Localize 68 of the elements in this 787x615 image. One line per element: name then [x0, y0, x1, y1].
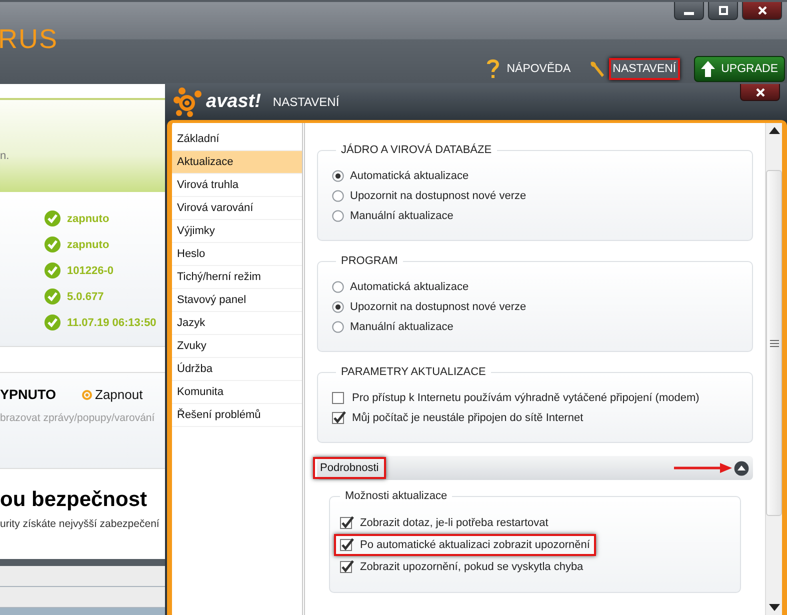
checkbox-option[interactable]: Po automatické aktualizaci zobrazit upozornění	[334, 534, 596, 556]
check-icon	[44, 210, 61, 227]
radio-option[interactable]: Upozornit na dostupnost nové verze	[332, 186, 740, 206]
radio-button[interactable]	[332, 321, 344, 333]
checkbox[interactable]	[340, 516, 354, 530]
maximize-button[interactable]	[708, 2, 738, 20]
pointer-arrow	[674, 463, 732, 473]
check-icon	[44, 314, 61, 331]
silent-mode-description: brazovat zprávy/popupy/varování	[0, 412, 156, 424]
radio-option[interactable]: Automatická aktualizace	[332, 277, 740, 297]
group-title: PROGRAM	[340, 255, 399, 267]
checkbox-option[interactable]: Pro přístup k Internetu používám výhradně vytáčené připojení (modem)	[332, 388, 740, 408]
status-value: zapnuto	[67, 238, 110, 250]
checkbox-option[interactable]: Můj počítač je neustále připojen do sítě Internet	[332, 408, 740, 428]
enable-link[interactable]: Zapnout	[82, 387, 143, 402]
wrench-icon	[588, 60, 605, 78]
checkbox[interactable]	[332, 411, 346, 425]
group-title: PARAMETRY AKTUALIZACE	[340, 366, 487, 378]
status-value: 101226-0	[67, 264, 114, 276]
radio-option[interactable]: Manuální aktualizace	[332, 206, 740, 226]
radio-button[interactable]	[332, 190, 344, 202]
check-icon	[44, 236, 61, 253]
dialog-title: NASTAVENÍ	[272, 94, 340, 108]
status-value: 5.0.677	[67, 290, 104, 302]
status-value: zapnuto	[67, 212, 110, 224]
avast-logo: avast!	[206, 90, 261, 112]
radio-option[interactable]: Upozornit na dostupnost nové verze	[332, 297, 740, 317]
settings-button[interactable]: NASTAVENÍ	[608, 58, 680, 80]
radio-button[interactable]	[332, 170, 344, 182]
minimize-button[interactable]	[674, 2, 704, 20]
scrollbar-thumb[interactable]	[766, 170, 782, 516]
close-icon	[756, 88, 764, 96]
upgrade-button[interactable]: UPGRADE	[694, 56, 785, 82]
check-icon	[44, 288, 61, 305]
grip-icon	[770, 340, 778, 346]
radio-button[interactable]	[332, 281, 344, 293]
scrollbar[interactable]	[765, 123, 782, 615]
scroll-up-icon[interactable]	[768, 127, 780, 134]
checkbox[interactable]	[340, 560, 354, 574]
close-button[interactable]	[740, 84, 780, 101]
radio-option[interactable]: Manuální aktualizace	[332, 317, 740, 337]
collapse-icon[interactable]	[734, 460, 749, 476]
group-title: JÁDRO A VIROVÁ DATABÁZE	[340, 144, 493, 156]
status-value: 11.07.19 06:13:50	[67, 316, 156, 328]
checkbox[interactable]	[340, 538, 354, 552]
silent-mode-state: YPNUTO	[0, 387, 56, 402]
radio-option[interactable]: Automatická aktualizace	[332, 166, 740, 186]
help-icon	[486, 59, 499, 79]
up-arrow-icon	[701, 61, 716, 77]
close-button[interactable]	[742, 2, 782, 20]
radio-button[interactable]	[332, 301, 344, 313]
checkbox-option[interactable]: Zobrazit upozornění, pokud se vyskytla chyba	[334, 556, 590, 578]
sidebar-item[interactable]: Aktualizace	[172, 151, 302, 174]
scroll-down-icon[interactable]	[768, 604, 780, 611]
radio-icon	[82, 390, 92, 400]
app-logo: RUS	[0, 26, 58, 52]
radio-button[interactable]	[332, 210, 344, 222]
checkbox[interactable]	[332, 391, 346, 405]
banner-text: n.	[0, 150, 10, 162]
group-title: Možnosti aktualizace	[344, 490, 448, 502]
promo-heading: ou bezpečnost	[0, 488, 148, 512]
close-icon	[758, 6, 766, 15]
check-icon	[44, 262, 61, 279]
promo-text: urity získáte nejvyšší zabezpečení	[0, 518, 160, 530]
help-button[interactable]: NÁPOVĚDA	[502, 58, 575, 80]
checkbox-option[interactable]: Zobrazit dotaz, je-li potřeba restartovat	[334, 512, 554, 534]
details-toggle[interactable]: Podrobnosti	[313, 457, 386, 479]
maximize-icon	[718, 6, 728, 15]
